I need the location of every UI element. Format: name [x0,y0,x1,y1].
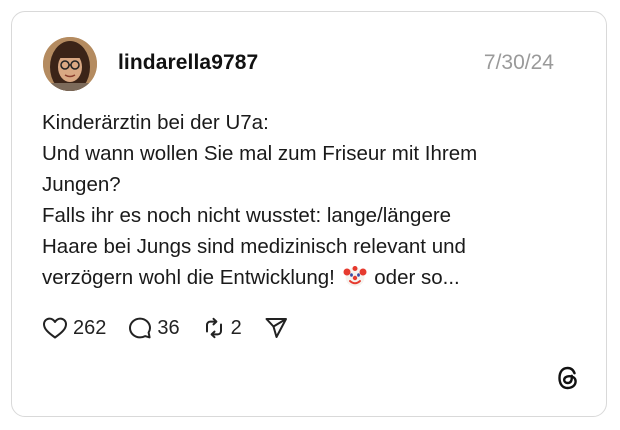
comment-button[interactable]: 36 [128,316,180,340]
post-line: Haare bei Jungs sind medizinisch relevan… [42,235,466,258]
post-card: lindarella9787 7/30/24 Kinderärztin bei … [11,11,607,417]
like-button[interactable]: 262 [42,316,106,340]
repost-count: 2 [230,316,242,339]
repost-icon [205,317,222,339]
clown-face-icon [343,266,367,287]
threads-logo-icon [558,366,577,390]
post-line-text: verzögern wohl die Entwicklung! [42,266,335,289]
post-line-last: verzögern wohl die Entwicklung! oder so.… [42,262,562,293]
send-icon [265,318,287,338]
username[interactable]: lindarella9787 [118,51,258,75]
like-count: 262 [73,316,107,339]
comment-count: 36 [157,316,180,339]
post-line: Und wann wollen Sie mal zum Friseur mit … [42,142,478,165]
repost-button[interactable]: 2 [202,316,242,340]
heart-icon [43,317,67,339]
post-line: Falls ihr es noch nicht wusstet: lange/l… [42,204,452,227]
avatar-image [43,37,97,91]
post-line: Kinderärztin bei der U7a: [42,111,269,134]
post-text: Kinderärztin bei der U7a: Und wann wolle… [42,107,562,293]
avatar[interactable] [43,37,97,91]
action-bar: 262 36 2 [42,313,310,343]
post-line: Jungen? [42,173,121,196]
post-date: 7/30/24 [483,51,554,74]
share-button[interactable] [264,316,288,340]
comment-icon [129,317,152,339]
post-line-text: oder so... [374,266,460,289]
